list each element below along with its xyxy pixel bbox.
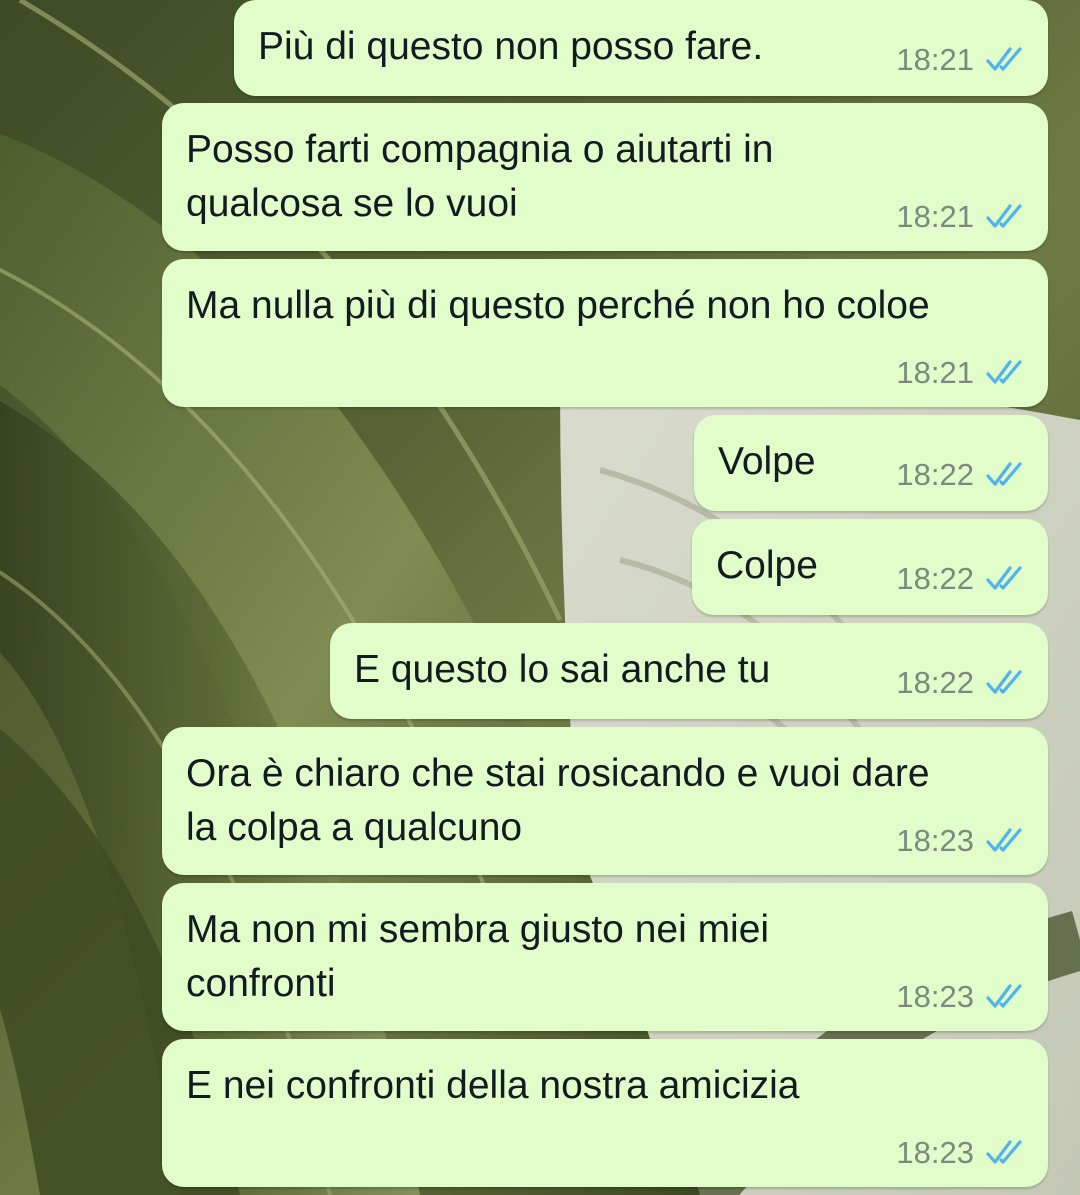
message-meta: 18:22 [896, 665, 1026, 701]
message-meta: 18:23 [896, 979, 1026, 1015]
read-double-tick-icon [986, 204, 1022, 228]
message-time: 18:21 [896, 355, 974, 390]
message-time: 18:23 [896, 823, 974, 858]
read-double-tick-icon [986, 670, 1022, 694]
message-meta: 18:21 [896, 42, 1026, 78]
message-meta: 18:23 [896, 823, 1026, 859]
read-double-tick-icon [986, 1140, 1022, 1164]
message-time: 18:21 [896, 199, 974, 234]
message-time: 18:23 [896, 979, 974, 1014]
message-time: 18:23 [896, 1135, 974, 1170]
read-double-tick-icon [986, 47, 1022, 71]
chat-message[interactable]: E nei confronti della nostra amicizia 18… [162, 1039, 1048, 1187]
message-time: 18:22 [896, 561, 974, 596]
chat-message[interactable]: Volpe 18:22 [694, 415, 1048, 511]
read-double-tick-icon [986, 462, 1022, 486]
message-time: 18:22 [896, 457, 974, 492]
chat-message[interactable]: Ora è chiaro che stai rosicando e vuoi d… [162, 727, 1048, 875]
chat-message[interactable]: Posso farti compagnia o aiutarti in qual… [162, 103, 1048, 251]
read-double-tick-icon [986, 566, 1022, 590]
chat-message[interactable]: Ma non mi sembra giusto nei miei confron… [162, 883, 1048, 1031]
chat-message[interactable]: Più di questo non posso fare. 18:21 [234, 0, 1048, 96]
message-meta: 18:23 [896, 1135, 1026, 1171]
read-double-tick-icon [986, 984, 1022, 1008]
message-meta: 18:22 [896, 561, 1026, 597]
chat-message[interactable]: E questo lo sai anche tu 18:22 [330, 623, 1048, 719]
message-text: Ma nulla più di questo perché non ho col… [186, 284, 930, 327]
message-text: E nei confronti della nostra amicizia [186, 1064, 800, 1107]
message-meta: 18:21 [896, 355, 1026, 391]
read-double-tick-icon [986, 360, 1022, 384]
message-time: 18:21 [896, 42, 974, 77]
chat-message[interactable]: Ma nulla più di questo perché non ho col… [162, 259, 1048, 407]
read-double-tick-icon [986, 828, 1022, 852]
chat-message[interactable]: Colpe 18:22 [692, 519, 1048, 615]
message-time: 18:22 [896, 665, 974, 700]
message-meta: 18:22 [896, 457, 1026, 493]
message-meta: 18:21 [896, 199, 1026, 235]
